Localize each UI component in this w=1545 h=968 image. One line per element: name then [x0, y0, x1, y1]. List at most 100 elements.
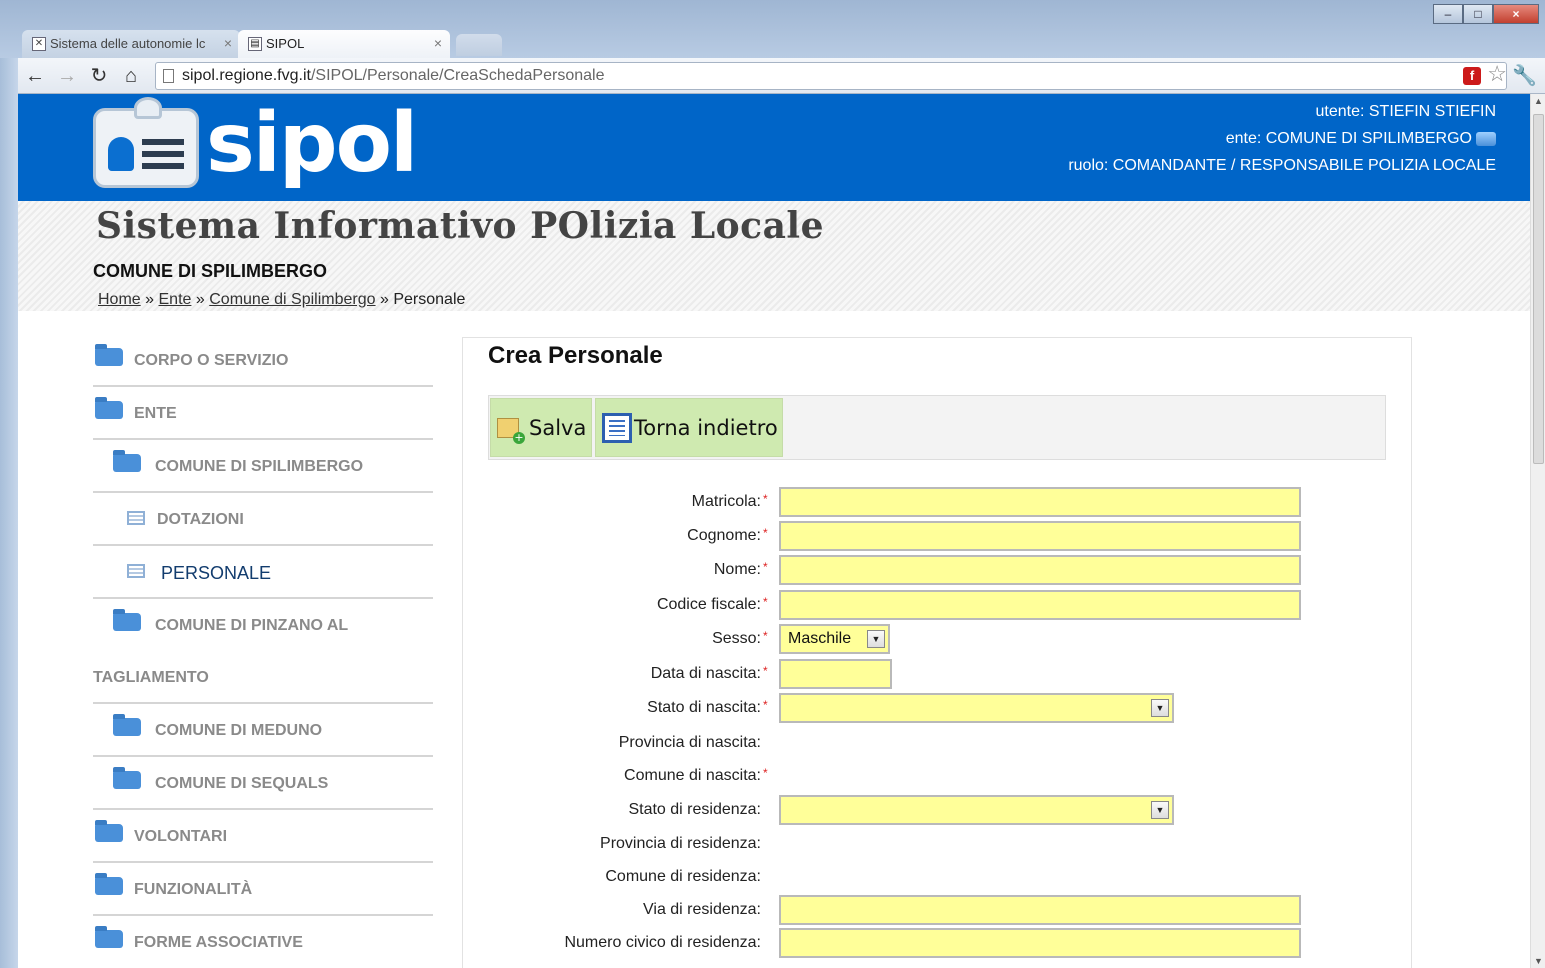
stato-nascita-select[interactable]: ▼ [779, 693, 1174, 723]
back-button[interactable]: Torna indietro [595, 398, 783, 457]
form-row-provincia-residenza: Provincia di residenza: [463, 829, 1413, 859]
matricola-input[interactable] [779, 487, 1301, 517]
required-marker: * [763, 629, 768, 643]
browser-tab-autonomie[interactable]: ✕ Sistema delle autonomie lc × [22, 30, 240, 58]
sidebar-item-corpo-servizio[interactable]: CORPO O SERVIZIO [93, 334, 433, 387]
scroll-up-icon[interactable]: ▲ [1534, 96, 1543, 106]
page-title: Crea Personale [488, 342, 663, 369]
numero-civico-input[interactable] [779, 928, 1301, 958]
folder-icon [95, 873, 123, 895]
sidebar-item-funzionalita[interactable]: FUNZIONALITÀ [93, 863, 433, 916]
sidebar-item-volontari[interactable]: VOLONTARI [93, 810, 433, 863]
sidebar-item-comune-pinzano[interactable]: COMUNE DI PINZANO AL TAGLIAMENTO [93, 599, 433, 704]
browser-tab-sipol[interactable]: ▤ SIPOL × [238, 30, 450, 58]
list-icon [127, 511, 145, 525]
minimize-button[interactable]: – [1433, 4, 1463, 24]
field-label: Codice fiscale: [656, 596, 761, 613]
required-marker: * [763, 560, 768, 574]
url-path: /SIPOL/Personale/CreaSchedaPersonale [310, 67, 605, 84]
codice-fiscale-input[interactable] [779, 590, 1301, 620]
list-icon [127, 564, 145, 578]
sidebar-nav: CORPO O SERVIZIO ENTE COMUNE DI SPILIMBE… [93, 334, 433, 968]
user-role: ruolo: COMANDANTE / RESPONSABILE POLIZIA… [1068, 157, 1496, 174]
back-label: Torna indietro [634, 416, 778, 440]
sidebar-item-ente[interactable]: ENTE [93, 387, 433, 440]
breadcrumb-home[interactable]: Home [98, 291, 141, 308]
action-toolbar: Salva Torna indietro [488, 395, 1386, 460]
logo-text: sipol [206, 96, 418, 191]
field-label: Numero civico di residenza: [564, 934, 761, 951]
logo-officer [108, 137, 134, 171]
home-icon[interactable]: ⌂ [118, 64, 144, 88]
close-window-button[interactable]: × [1493, 4, 1539, 24]
sidebar-item-comune-sequals[interactable]: COMUNE DI SEQUALS [93, 757, 433, 810]
maximize-button[interactable]: □ [1463, 4, 1493, 24]
field-label: Nome: [713, 561, 761, 578]
sesso-select[interactable]: Maschile ▼ [779, 624, 890, 654]
sidebar-item-label: ENTE [134, 405, 177, 422]
nome-input[interactable] [779, 555, 1301, 585]
add-user-icon [497, 418, 525, 444]
sipol-logo-icon[interactable] [93, 97, 199, 188]
field-label: Stato di nascita: [647, 699, 761, 716]
sidebar-item-forme-associative[interactable]: FORME ASSOCIATIVE [93, 916, 433, 968]
required-marker: * [763, 766, 768, 780]
form-row-provincia-nascita: Provincia di nascita: [463, 728, 1413, 758]
cognome-input[interactable] [779, 521, 1301, 551]
logo-clip [134, 97, 162, 119]
scroll-thumb[interactable] [1533, 114, 1544, 464]
stato-residenza-select[interactable]: ▼ [779, 795, 1174, 825]
list-back-icon [602, 413, 632, 443]
favicon-icon: ✕ [32, 37, 46, 51]
field-label: Comune di nascita: [624, 767, 761, 784]
chevron-down-icon[interactable]: ▼ [867, 630, 885, 648]
field-label: Sesso: [712, 630, 761, 647]
sidebar-item-dotazioni[interactable]: DOTAZIONI [93, 493, 433, 546]
site-title: Sistema Informativo POlizia Locale [96, 205, 824, 247]
field-label: Data di nascita: [650, 665, 761, 682]
address-bar[interactable]: sipol.regione.fvg.it/SIPOL/Personale/Cre… [155, 62, 1507, 90]
breadcrumb-separator: » [195, 291, 205, 308]
page-icon [163, 69, 174, 83]
via-residenza-input[interactable] [779, 895, 1301, 925]
data-nascita-input[interactable] [779, 659, 892, 689]
sidebar-item-personale[interactable]: PERSONALE [93, 546, 433, 599]
vertical-scrollbar[interactable]: ▲ ▼ [1530, 94, 1545, 968]
flash-icon[interactable]: f [1463, 67, 1481, 85]
forward-arrow-icon[interactable]: → [54, 64, 80, 88]
url-host: sipol.regione.fvg.it [182, 67, 311, 84]
back-arrow-icon[interactable]: ← [22, 64, 48, 88]
tab-close-icon[interactable]: × [434, 35, 442, 51]
sidebar-item-label: TAGLIAMENTO [93, 669, 209, 686]
tab-label: SIPOL [266, 36, 305, 51]
form-row-sesso: Sesso: * Maschile ▼ [463, 624, 1413, 654]
web-page: sipol utente: STIEFIN STIEFIN ente: COMU… [18, 94, 1530, 968]
required-marker: * [763, 492, 768, 506]
subheader: Sistema Informativo POlizia Locale COMUN… [18, 201, 1530, 311]
folder-icon [113, 714, 141, 736]
wrench-icon[interactable]: 🔧 [1512, 63, 1537, 88]
breadcrumb: Home » Ente » Comune di Spilimbergo » Pe… [98, 291, 465, 309]
new-tab-button[interactable] [456, 34, 502, 56]
chevron-down-icon[interactable]: ▼ [1151, 801, 1169, 819]
switch-ente-icon[interactable] [1476, 131, 1496, 146]
window-left-border [0, 58, 18, 968]
form-row-matricola: Matricola: * [463, 487, 1413, 517]
form-row-comune-residenza: Comune di residenza: [463, 862, 1413, 892]
sidebar-item-comune-spilimbergo[interactable]: COMUNE DI SPILIMBERGO [93, 440, 433, 493]
breadcrumb-ente[interactable]: Ente [159, 291, 192, 308]
scroll-down-icon[interactable]: ▼ [1534, 956, 1543, 966]
sidebar-item-comune-meduno[interactable]: COMUNE DI MEDUNO [93, 704, 433, 757]
field-label: Comune di residenza: [605, 868, 761, 885]
tab-close-icon[interactable]: × [224, 35, 232, 51]
form-row-cognome: Cognome: * [463, 521, 1413, 551]
form-row-data-nascita: Data di nascita: * [463, 659, 1413, 689]
bookmark-star-icon[interactable]: ☆ [1487, 61, 1507, 87]
required-marker: * [763, 664, 768, 678]
save-button[interactable]: Salva [490, 398, 592, 457]
chevron-down-icon[interactable]: ▼ [1151, 699, 1169, 717]
reload-icon[interactable]: ↻ [86, 64, 112, 88]
breadcrumb-comune[interactable]: Comune di Spilimbergo [209, 291, 375, 308]
browser-toolbar: ← → ↻ ⌂ sipol.regione.fvg.it/SIPOL/Perso… [0, 58, 1545, 94]
sidebar-item-label: FORME ASSOCIATIVE [134, 934, 303, 951]
